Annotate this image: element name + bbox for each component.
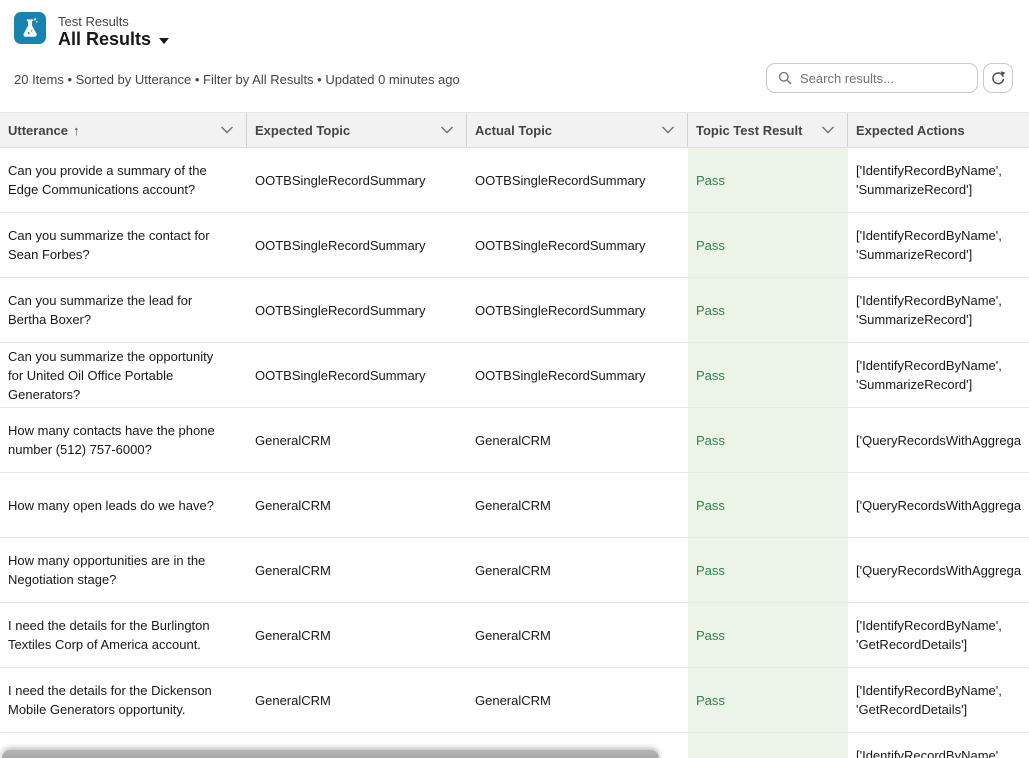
pass-badge: Pass bbox=[696, 238, 725, 253]
column-label: Expected Topic bbox=[255, 123, 350, 138]
table-header-row: Utterance ↑ Expected Topic Actual Topic … bbox=[0, 112, 1029, 148]
pass-badge: Pass bbox=[696, 433, 725, 448]
cell-expected-actions: ['IdentifyRecordByName', 'SummarizeRecor… bbox=[848, 148, 1029, 212]
table-row: I need the details for the Dickenson Mob… bbox=[0, 668, 1029, 733]
cell-utterance: How many contacts have the phone number … bbox=[0, 408, 247, 472]
cell-expected-actions: ['IdentifyRecordByName', 'GetRecordDetai… bbox=[848, 668, 1029, 732]
cell-expected-topic: OOTBSingleRecordSummary bbox=[247, 148, 467, 212]
page-header: Test Results All Results bbox=[0, 0, 1029, 60]
flask-icon bbox=[19, 17, 41, 39]
search-input[interactable] bbox=[792, 71, 952, 86]
list-view-name: All Results bbox=[58, 29, 151, 50]
column-header-topic-test-result[interactable]: Topic Test Result bbox=[688, 113, 848, 147]
cell-actual-topic: OOTBSingleRecordSummary bbox=[467, 213, 688, 277]
column-label: Topic Test Result bbox=[696, 123, 802, 138]
chevron-down-icon[interactable] bbox=[220, 126, 234, 134]
search-icon bbox=[778, 71, 792, 85]
cell-expected-actions: ['IdentifyRecordByName', 'SummarizeRecor… bbox=[848, 278, 1029, 342]
cell-topic-test-result: Pass bbox=[688, 213, 848, 277]
cell-utterance: Can you provide a summary of the Edge Co… bbox=[0, 148, 247, 212]
cell-topic-test-result: Pass bbox=[688, 408, 848, 472]
column-header-expected-actions[interactable]: Expected Actions bbox=[848, 113, 1029, 147]
column-header-utterance[interactable]: Utterance ↑ bbox=[0, 113, 247, 147]
table-row: I need the details for the Burlington Te… bbox=[0, 603, 1029, 668]
table-row: Can you summarize the lead for Bertha Bo… bbox=[0, 278, 1029, 343]
cell-expected-topic: GeneralCRM bbox=[247, 603, 467, 667]
cell-topic-test-result: Pass bbox=[688, 538, 848, 602]
cell-expected-topic: OOTBSingleRecordSummary bbox=[247, 213, 467, 277]
cell-topic-test-result: Pass bbox=[688, 733, 848, 758]
cell-actual-topic: GeneralCRM bbox=[467, 408, 688, 472]
cell-topic-test-result: Pass bbox=[688, 668, 848, 732]
cell-utterance: How many opportunities are in the Negoti… bbox=[0, 538, 247, 602]
entity-label: Test Results bbox=[58, 14, 129, 29]
table-body: Can you provide a summary of the Edge Co… bbox=[0, 148, 1029, 758]
cell-utterance: I need the details for the Dickenson Mob… bbox=[0, 668, 247, 732]
cell-expected-topic: GeneralCRM bbox=[247, 668, 467, 732]
table-row: How many contacts have the phone number … bbox=[0, 408, 1029, 473]
column-label: Utterance bbox=[8, 123, 68, 138]
cell-expected-topic: GeneralCRM bbox=[247, 473, 467, 537]
sort-ascending-icon: ↑ bbox=[73, 123, 80, 138]
cell-topic-test-result: Pass bbox=[688, 278, 848, 342]
column-label: Actual Topic bbox=[475, 123, 552, 138]
cell-actual-topic: GeneralCRM bbox=[467, 603, 688, 667]
column-label: Expected Actions bbox=[856, 123, 965, 138]
column-header-expected-topic[interactable]: Expected Topic bbox=[247, 113, 467, 147]
cell-topic-test-result: Pass bbox=[688, 473, 848, 537]
cell-actual-topic: GeneralCRM bbox=[467, 473, 688, 537]
pass-badge: Pass bbox=[696, 693, 725, 708]
table-row: Can you summarize the contact for Sean F… bbox=[0, 213, 1029, 278]
cell-expected-actions: ['QueryRecordsWithAggrega bbox=[848, 473, 1029, 537]
horizontal-scrollbar-thumb[interactable] bbox=[2, 750, 659, 758]
pass-badge: Pass bbox=[696, 628, 725, 643]
search-box bbox=[766, 63, 978, 93]
cell-utterance: Can you summarize the lead for Bertha Bo… bbox=[0, 278, 247, 342]
pass-badge: Pass bbox=[696, 173, 725, 188]
cell-expected-topic: OOTBSingleRecordSummary bbox=[247, 278, 467, 342]
chevron-down-icon[interactable] bbox=[440, 126, 454, 134]
cell-actual-topic: GeneralCRM bbox=[467, 538, 688, 602]
refresh-icon bbox=[990, 70, 1006, 86]
cell-utterance: How many open leads do we have? bbox=[0, 473, 247, 537]
cell-expected-actions: ['QueryRecordsWithAggrega bbox=[848, 538, 1029, 602]
cell-expected-topic: OOTBSingleRecordSummary bbox=[247, 343, 467, 407]
cell-expected-topic: GeneralCRM bbox=[247, 408, 467, 472]
table-row: How many opportunities are in the Negoti… bbox=[0, 538, 1029, 603]
cell-utterance: Can you summarize the opportunity for Un… bbox=[0, 343, 247, 407]
list-view-selector[interactable]: All Results bbox=[58, 29, 169, 50]
list-summary: 20 Items • Sorted by Utterance • Filter … bbox=[14, 72, 460, 87]
cell-expected-topic: GeneralCRM bbox=[247, 538, 467, 602]
pass-badge: Pass bbox=[696, 303, 725, 318]
cell-expected-actions: ['IdentifyRecordByName', 'GetRecordDetai… bbox=[848, 603, 1029, 667]
cell-utterance: Can you summarize the contact for Sean F… bbox=[0, 213, 247, 277]
cell-expected-actions: ['IdentifyRecordByName', 'SummarizeRecor… bbox=[848, 343, 1029, 407]
chevron-down-icon[interactable] bbox=[661, 126, 675, 134]
pass-badge: Pass bbox=[696, 368, 725, 383]
column-header-actual-topic[interactable]: Actual Topic bbox=[467, 113, 688, 147]
pass-badge: Pass bbox=[696, 563, 725, 578]
cell-topic-test-result: Pass bbox=[688, 148, 848, 212]
table-row: Can you summarize the opportunity for Un… bbox=[0, 343, 1029, 408]
cell-expected-actions: ['QueryRecordsWithAggrega bbox=[848, 408, 1029, 472]
pass-badge: Pass bbox=[696, 498, 725, 513]
results-table: Utterance ↑ Expected Topic Actual Topic … bbox=[0, 112, 1029, 758]
cell-expected-actions: ['IdentifyRecordByName', 'GetRecordDetai… bbox=[848, 733, 1029, 758]
cell-utterance: I need the details for the Burlington Te… bbox=[0, 603, 247, 667]
test-results-object-icon bbox=[14, 12, 46, 44]
cell-actual-topic: GeneralCRM bbox=[467, 668, 688, 732]
table-row: How many open leads do we have? GeneralC… bbox=[0, 473, 1029, 538]
cell-actual-topic: OOTBSingleRecordSummary bbox=[467, 148, 688, 212]
cell-topic-test-result: Pass bbox=[688, 603, 848, 667]
refresh-button[interactable] bbox=[983, 63, 1013, 93]
table-row: Can you provide a summary of the Edge Co… bbox=[0, 148, 1029, 213]
chevron-down-icon[interactable] bbox=[821, 126, 835, 134]
cell-expected-actions: ['IdentifyRecordByName', 'SummarizeRecor… bbox=[848, 213, 1029, 277]
cell-actual-topic: OOTBSingleRecordSummary bbox=[467, 343, 688, 407]
cell-actual-topic: OOTBSingleRecordSummary bbox=[467, 278, 688, 342]
caret-down-icon bbox=[159, 38, 169, 44]
cell-topic-test-result: Pass bbox=[688, 343, 848, 407]
